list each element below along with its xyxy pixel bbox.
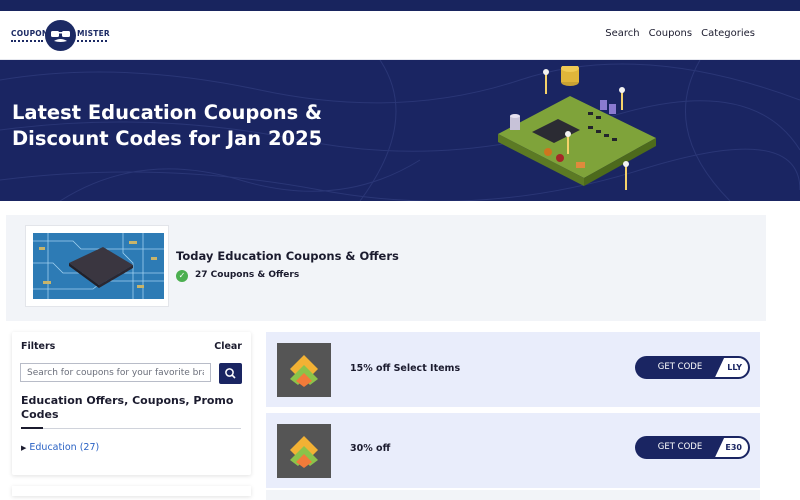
clear-filters-link[interactable]: Clear <box>214 341 242 352</box>
heading-divider-accent <box>21 427 43 429</box>
get-code-label: GET CODE <box>635 436 725 459</box>
site-header: COUPON MISTER Search Coupons Categories <box>0 11 800 60</box>
brand-logo <box>277 424 331 478</box>
coupon-card-partial <box>266 490 760 500</box>
coupon-title: 15% off Select Items <box>350 363 461 374</box>
filters-heading: Education Offers, Coupons, Promo Codes <box>21 394 234 421</box>
coupon-mister-logo[interactable]: COUPON MISTER <box>11 20 111 52</box>
chevron-brand-icon <box>290 355 318 387</box>
filters-panel: Filters Clear Education Offers, Coupons,… <box>12 332 251 475</box>
category-summary: Today Education Coupons & Offers ✓ 27 Co… <box>6 215 766 321</box>
logo-dots-left <box>11 40 43 42</box>
coupon-card: 15% off Select Items LLY GET CODE <box>266 332 760 407</box>
caret-right-icon: ▶ <box>21 444 27 452</box>
heading-divider <box>21 428 241 429</box>
page-title: Latest Education Coupons & Discount Code… <box>12 101 323 150</box>
top-strip <box>0 0 800 11</box>
check-circle-icon: ✓ <box>176 270 188 282</box>
circuit-board-illustration <box>498 66 656 190</box>
category-image-card <box>26 226 168 306</box>
coupon-count: 27 Coupons & Offers <box>195 270 300 280</box>
get-code-button[interactable]: LLY GET CODE <box>635 356 750 379</box>
coupon-search-input[interactable] <box>20 363 211 382</box>
nav-search[interactable]: Search <box>605 28 639 39</box>
logo-word-right: MISTER <box>77 29 110 38</box>
get-code-button[interactable]: E30 GET CODE <box>635 436 750 459</box>
category-link-education[interactable]: ▶ Education (27) <box>21 442 99 453</box>
main-nav: Search Coupons Categories <box>605 28 755 39</box>
nav-coupons[interactable]: Coupons <box>649 28 692 39</box>
filters-label: Filters <box>21 341 56 352</box>
secondary-panel <box>12 486 251 496</box>
nav-categories[interactable]: Categories <box>701 28 755 39</box>
coupon-card: 30% off E30 GET CODE <box>266 413 760 488</box>
summary-title: Today Education Coupons & Offers <box>176 249 399 263</box>
hero-banner: Latest Education Coupons & Discount Code… <box>0 60 800 201</box>
search-button[interactable] <box>219 363 242 384</box>
chevron-brand-icon <box>290 436 318 468</box>
logo-dots-right <box>77 40 107 42</box>
logo-word-left: COUPON <box>11 29 49 38</box>
category-image <box>33 233 164 299</box>
get-code-label: GET CODE <box>635 356 725 379</box>
category-label: Education (27) <box>29 442 100 453</box>
mascot-icon <box>45 20 76 51</box>
search-icon <box>225 368 236 379</box>
coupon-title: 30% off <box>350 443 391 454</box>
brand-logo <box>277 343 331 397</box>
